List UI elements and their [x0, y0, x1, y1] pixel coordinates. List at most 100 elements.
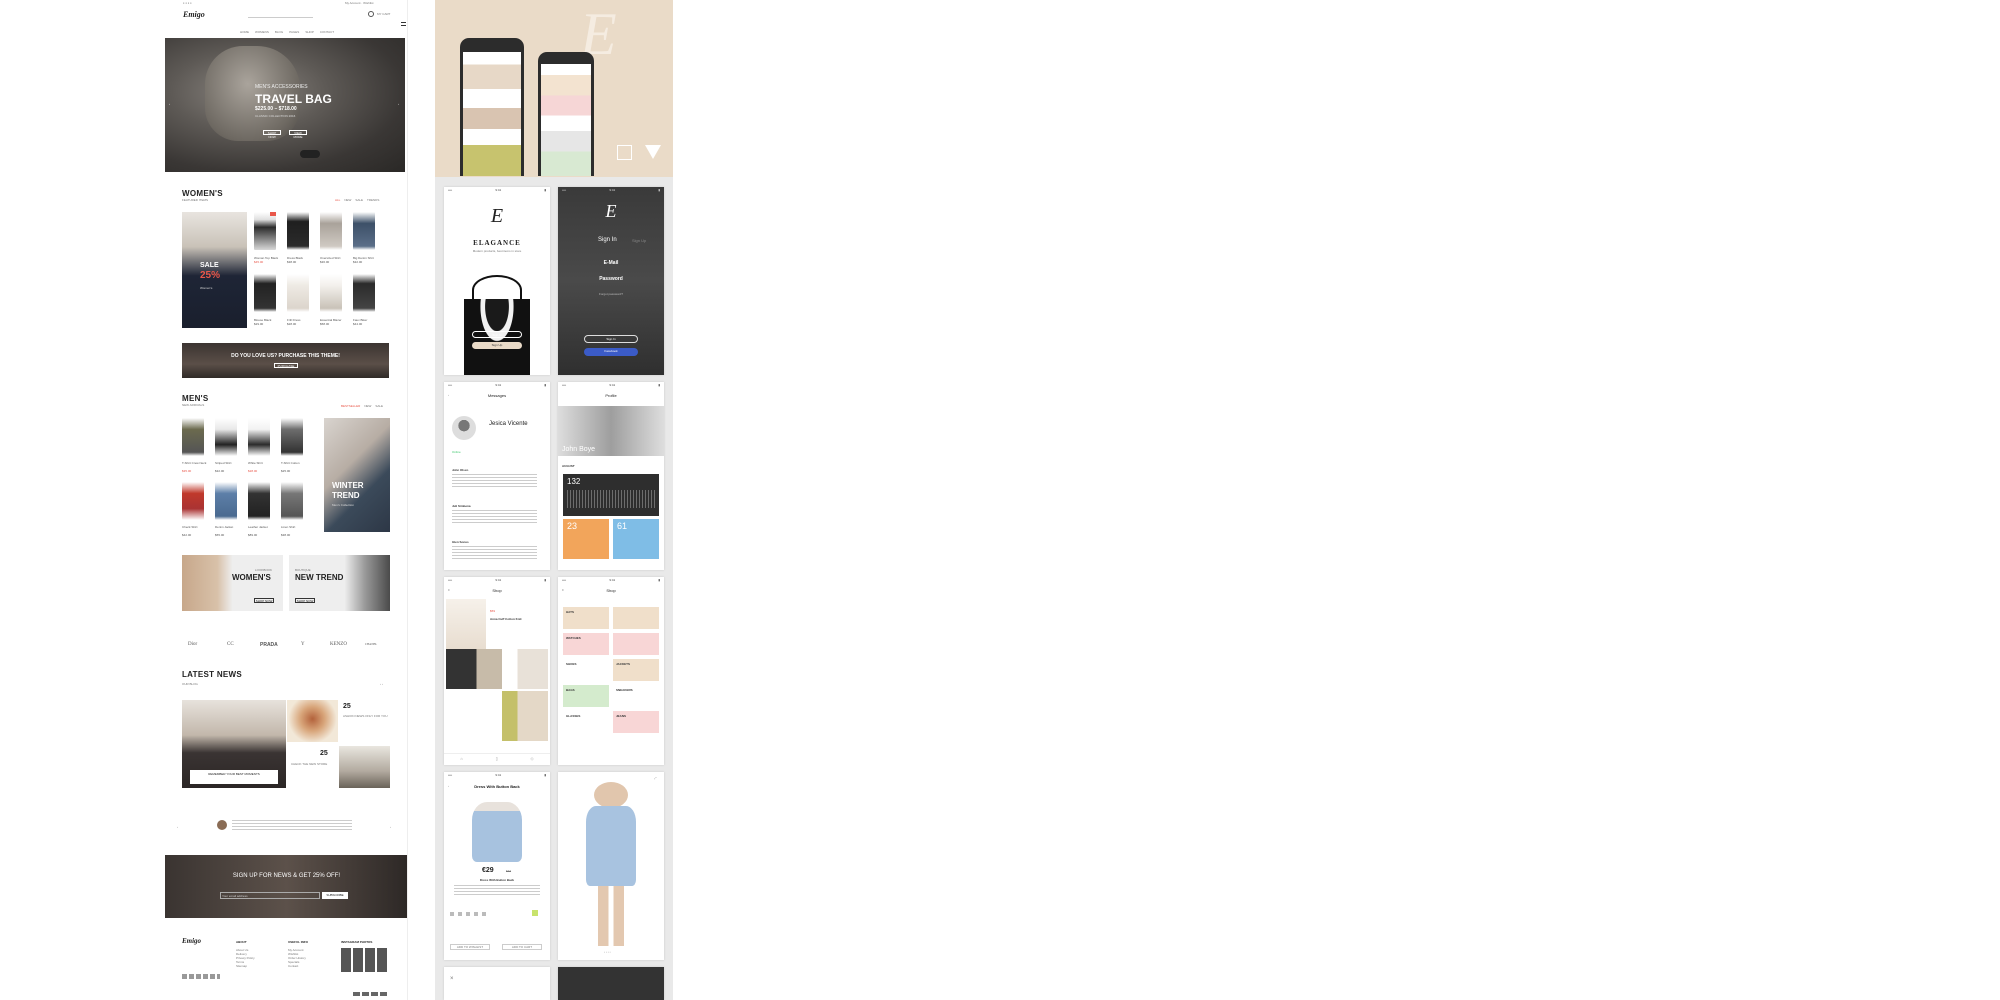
- nav-item[interactable]: HOME: [240, 30, 249, 34]
- product-image[interactable]: [353, 274, 375, 312]
- facebook-button[interactable]: Facebook: [584, 348, 638, 356]
- email-field[interactable]: E-Mail: [558, 260, 664, 266]
- category-banner-women[interactable]: LOOKBOOK WOMEN'S SHOP NOW: [182, 555, 283, 611]
- close-icon[interactable]: ×: [450, 976, 454, 982]
- slider-next-icon[interactable]: ›: [398, 102, 399, 106]
- nav-item[interactable]: BLOG: [275, 30, 283, 34]
- tab-signup[interactable]: Sign Up: [632, 238, 646, 243]
- footer-link[interactable]: Contact: [288, 964, 306, 968]
- tab-bestseller[interactable]: BESTSELLER: [341, 404, 360, 408]
- footer-logo[interactable]: Emigo: [182, 937, 201, 945]
- product-image[interactable]: [320, 212, 342, 250]
- nav-item[interactable]: WOMENS: [255, 30, 269, 34]
- pagination-dots[interactable]: • • • •: [604, 950, 611, 954]
- news-heart-image[interactable]: [287, 700, 338, 742]
- brand-logo[interactable]: KENZO: [330, 642, 347, 647]
- product-image[interactable]: [254, 212, 276, 250]
- hero-view-button[interactable]: VIEW MORE: [289, 130, 307, 139]
- top-links[interactable]: My Account · Wishlist: [345, 1, 374, 5]
- product-image[interactable]: [287, 212, 309, 250]
- purchase-banner[interactable]: DO YOU LOVE US? PURCHASE THIS THEME! PUR…: [182, 343, 389, 378]
- category-button[interactable]: SHOP NOW: [254, 598, 274, 603]
- tab-all[interactable]: ALL: [335, 198, 340, 202]
- splash-signup-button[interactable]: Sign Up: [472, 342, 522, 349]
- footer-social-icons[interactable]: [182, 974, 220, 979]
- tab-shop-icon[interactable]: ▯: [496, 756, 498, 765]
- category-tile[interactable]: [613, 607, 659, 629]
- product-image[interactable]: [320, 274, 342, 312]
- product-image[interactable]: [248, 418, 270, 456]
- product-image[interactable]: [215, 482, 237, 520]
- product-name[interactable]: Linen Shirt: [281, 525, 307, 529]
- product-card-image[interactable]: [446, 599, 486, 649]
- cart-summary[interactable]: MY CART: [377, 12, 390, 16]
- product-image[interactable]: [287, 274, 309, 312]
- signin-button[interactable]: Sign In: [584, 335, 638, 343]
- footer-link[interactable]: Sitemap: [236, 964, 255, 968]
- newsletter-email-input[interactable]: Your email address: [220, 892, 320, 899]
- product-grid[interactable]: [446, 691, 548, 741]
- category-tile[interactable]: HATS: [563, 607, 609, 629]
- tab-new[interactable]: NEW: [364, 404, 371, 408]
- social-icons[interactable]: ♦ ♦ ♦ ♦: [183, 1, 192, 5]
- wishlist-button[interactable]: ADD TO WISHLIST: [450, 944, 490, 950]
- men-promo-banner[interactable]: WINTER TREND Men's Collection: [324, 418, 390, 532]
- product-name[interactable]: Striped Shirt: [215, 461, 241, 465]
- testimonial-next-icon[interactable]: ›: [390, 825, 391, 829]
- women-promo-banner[interactable]: SALE 25% Women's: [182, 212, 247, 328]
- product-image[interactable]: [215, 418, 237, 456]
- instagram-grid[interactable]: [341, 948, 389, 972]
- brand-logo[interactable]: Y: [301, 642, 305, 647]
- product-name[interactable]: T-Shirt Crew Neck: [182, 461, 208, 465]
- category-banner-trend[interactable]: BOUTIQUE NEW TREND SHOP NOW: [289, 555, 390, 611]
- product-image[interactable]: [281, 418, 303, 456]
- tab-sale[interactable]: SALE: [355, 198, 363, 202]
- size-selector[interactable]: [450, 912, 490, 916]
- category-tile[interactable]: JEANS: [613, 711, 659, 733]
- splash-signin-button[interactable]: Sign In: [472, 331, 522, 338]
- product-image[interactable]: [248, 482, 270, 520]
- slider-prev-icon[interactable]: ‹: [169, 102, 170, 106]
- brand-logo[interactable]: CHANEL: [365, 642, 377, 646]
- category-tile[interactable]: [613, 633, 659, 655]
- news-post-title[interactable]: CHECK THE NEW STORE: [291, 762, 333, 766]
- nav-item[interactable]: PAGES: [289, 30, 299, 34]
- tab-sale[interactable]: SALE: [375, 404, 383, 408]
- brand-logo[interactable]: Dior: [188, 642, 197, 647]
- expand-icon[interactable]: ⤢: [654, 776, 656, 780]
- tab-trends[interactable]: TRENDS: [367, 198, 379, 202]
- product-name[interactable]: T-Shirt Cotton: [281, 461, 307, 465]
- product-image[interactable]: [353, 212, 375, 250]
- category-button[interactable]: SHOP NOW: [295, 598, 315, 603]
- message-sender[interactable]: Glen Sonus: [452, 540, 537, 544]
- password-field[interactable]: Password: [558, 276, 664, 282]
- nav-item[interactable]: CONTACT: [320, 30, 334, 34]
- product-image[interactable]: [281, 482, 303, 520]
- category-tile[interactable]: BAGS: [563, 685, 609, 707]
- product-image[interactable]: [182, 418, 204, 456]
- product-image[interactable]: [254, 274, 276, 312]
- message-sender[interactable]: John Olsco: [452, 468, 537, 472]
- brand-logo[interactable]: PRADA: [260, 642, 278, 648]
- color-swatch[interactable]: [532, 910, 538, 916]
- category-tile[interactable]: SNEAKERS: [613, 685, 659, 707]
- subscribe-button[interactable]: SUBSCRIBE: [322, 892, 348, 899]
- product-image[interactable]: [182, 482, 204, 520]
- nav-item[interactable]: SHOP: [305, 30, 314, 34]
- news-bike-image[interactable]: [339, 746, 390, 788]
- message-sender[interactable]: Juli Simbena: [452, 504, 537, 508]
- product-name[interactable]: Denim Jacket: [215, 525, 241, 529]
- tab-home-icon[interactable]: ⌂: [460, 756, 462, 765]
- category-tile[interactable]: WATCHES: [563, 633, 609, 655]
- add-to-cart-button[interactable]: ADD TO CART: [502, 944, 542, 950]
- search-bar[interactable]: [248, 13, 313, 18]
- tab-signin[interactable]: Sign In: [598, 237, 617, 243]
- brand-logo[interactable]: CC: [227, 642, 234, 647]
- product-name[interactable]: Check Shirt: [182, 525, 208, 529]
- product-grid[interactable]: [446, 649, 548, 689]
- category-tile[interactable]: JACKETS: [613, 659, 659, 681]
- product-name[interactable]: Leather Jacket: [248, 525, 274, 529]
- hero-slider[interactable]: MEN'S ACCESSORIES TRAVEL BAG $225.00 – $…: [165, 38, 405, 172]
- tab-cart-icon[interactable]: ◇: [531, 756, 534, 765]
- dress-image[interactable]: [472, 802, 522, 862]
